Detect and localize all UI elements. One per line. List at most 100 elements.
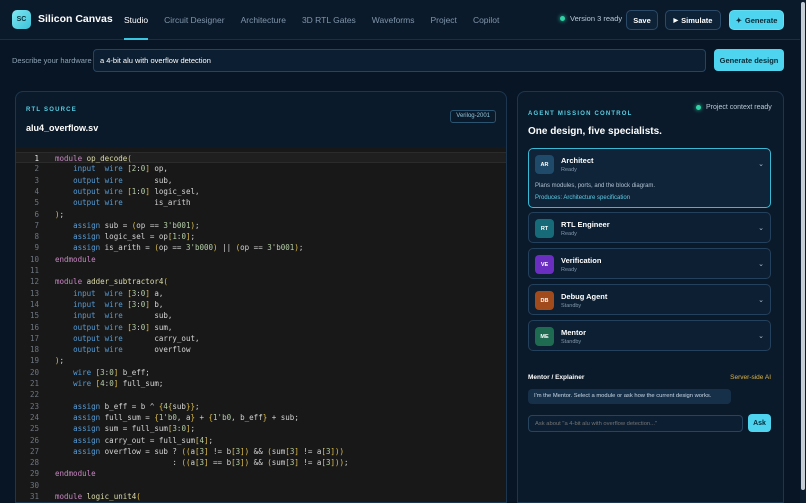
- agent-name: Debug Agent: [561, 292, 608, 301]
- agent-description: Plans modules, ports, and the block diag…: [535, 183, 656, 189]
- agent-avatar: VE: [535, 255, 554, 274]
- agent-card-rtl-engineer[interactable]: RT RTL Engineer Ready ⌄: [528, 212, 771, 243]
- code-line[interactable]: 16 output wire [3:0] sum,: [16, 322, 506, 333]
- version-status-label: Version 3 ready: [570, 14, 623, 23]
- code-line[interactable]: 14 input wire [3:0] b,: [16, 299, 506, 310]
- agent-avatar: ME: [535, 327, 554, 346]
- main-nav: Studio Circuit Designer Architecture 3D …: [124, 0, 515, 40]
- ask-button[interactable]: Ask: [748, 414, 771, 432]
- code-text: assign is_arith = (op == 3'b000) || (op …: [73, 243, 304, 253]
- chevron-down-icon[interactable]: ⌄: [758, 224, 764, 232]
- line-number: 20: [29, 367, 39, 377]
- mission-kicker: AGENT MISSION CONTROL: [528, 111, 633, 117]
- agent-avatar: AR: [535, 155, 554, 174]
- line-number: 7: [34, 220, 39, 230]
- code-text: module logic_unit4(: [55, 492, 141, 501]
- page-scrollbar-thumb[interactable]: [801, 2, 805, 490]
- code-line[interactable]: 18 output wire overflow: [16, 344, 506, 355]
- code-text: input wire [3:0] a,: [73, 288, 164, 298]
- describe-label: Describe your hardware: [12, 56, 92, 65]
- code-line[interactable]: 7 assign sub = (op == 3'b001);: [16, 220, 506, 231]
- code-line[interactable]: 12 module adder_subtractor4(: [16, 276, 506, 287]
- code-text: );: [55, 356, 65, 366]
- code-line[interactable]: 19);: [16, 355, 506, 366]
- mentor-question-input[interactable]: [528, 415, 743, 432]
- tab-studio[interactable]: Studio: [124, 0, 149, 40]
- code-line[interactable]: 15 input wire sub,: [16, 310, 506, 321]
- status-dot-icon: [560, 16, 565, 21]
- brand-name: Silicon Canvas: [38, 13, 113, 25]
- agent-produces: Produces: Architecture specification: [535, 195, 631, 201]
- code-line[interactable]: 9 assign is_arith = (op == 3'b000) || (o…: [16, 242, 506, 253]
- code-text: assign b_eff = b ^ {4{sub}};: [73, 401, 200, 411]
- code-text: assign logic_sel = op[1:0];: [73, 232, 195, 242]
- code-line[interactable]: 28 : ((a[3] == b[3]) && (sum[3] != a[3])…: [16, 457, 506, 468]
- line-number: 24: [29, 412, 39, 422]
- line-number: 30: [29, 480, 39, 490]
- agent-card-verification[interactable]: VE Verification Ready ⌄: [528, 248, 771, 279]
- chevron-down-icon[interactable]: ⌄: [758, 160, 764, 168]
- mentor-message: I'm the Mentor. Select a module or ask h…: [528, 389, 731, 404]
- code-text: module adder_subtractor4(: [55, 277, 168, 287]
- tab-project[interactable]: Project: [430, 0, 456, 40]
- code-line[interactable]: 5 output wire is_arith: [16, 197, 506, 208]
- code-line[interactable]: 3 output wire sub,: [16, 175, 506, 186]
- agent-status: Standby: [561, 339, 582, 345]
- chevron-down-icon[interactable]: ⌄: [758, 332, 764, 340]
- save-button[interactable]: Save: [626, 10, 658, 30]
- simulate-button[interactable]: ▶ Simulate: [665, 10, 721, 30]
- code-line[interactable]: 24 assign full_sum = {1'b0, a} + {1'b0, …: [16, 412, 506, 423]
- code-line[interactable]: 10 endmodule: [16, 254, 506, 265]
- code-line[interactable]: 23 assign b_eff = b ^ {4{sub}};: [16, 401, 506, 412]
- code-line[interactable]: 11: [16, 265, 506, 276]
- code-line[interactable]: 2 input wire [2:0] op,: [16, 163, 506, 174]
- code-text: assign sum = full_sum[3:0];: [73, 424, 195, 434]
- line-number: 5: [34, 198, 39, 208]
- code-line[interactable]: 27 assign overflow = sub ? ((a[3] != b[3…: [16, 446, 506, 457]
- code-line[interactable]: 4 output wire [1:0] logic_sel,: [16, 186, 506, 197]
- describe-input[interactable]: [93, 49, 706, 72]
- chevron-down-icon[interactable]: ⌄: [758, 260, 764, 268]
- line-number: 6: [34, 209, 39, 219]
- code-line[interactable]: 21 wire [4:0] full_sum;: [16, 378, 506, 389]
- agent-card-debug-agent[interactable]: DB Debug Agent Standby ⌄: [528, 284, 771, 315]
- code-text: assign sub = (op == 3'b001);: [73, 220, 200, 230]
- agent-card-mentor[interactable]: ME Mentor Standby ⌄: [528, 320, 771, 351]
- code-text: assign full_sum = {1'b0, a} + {1'b0, b_e…: [73, 412, 299, 422]
- code-line[interactable]: 26 assign carry_out = full_sum[4];: [16, 435, 506, 446]
- generate-design-button[interactable]: Generate design: [714, 49, 784, 71]
- code-line[interactable]: 6);: [16, 209, 506, 220]
- code-line[interactable]: 8 assign logic_sel = op[1:0];: [16, 231, 506, 242]
- code-line[interactable]: 22: [16, 389, 506, 400]
- tab-architecture[interactable]: Architecture: [241, 0, 286, 40]
- code-line[interactable]: 25 assign sum = full_sum[3:0];: [16, 423, 506, 434]
- code-line[interactable]: 13 input wire [3:0] a,: [16, 288, 506, 299]
- code-editor[interactable]: 1 module op_decode(2 input wire [2:0] op,…: [16, 147, 506, 502]
- code-line[interactable]: 29 endmodule: [16, 468, 506, 479]
- code-line[interactable]: 30: [16, 480, 506, 491]
- line-number: 3: [34, 175, 39, 185]
- line-number: 22: [29, 390, 39, 400]
- chevron-down-icon[interactable]: ⌄: [758, 296, 764, 304]
- tab-circuit-designer[interactable]: Circuit Designer: [164, 0, 224, 40]
- line-number: 8: [34, 232, 39, 242]
- line-number: 27: [29, 446, 39, 456]
- code-line[interactable]: 20 wire [3:0] b_eff;: [16, 367, 506, 378]
- line-number: 12: [29, 277, 39, 287]
- tab-waveforms[interactable]: Waveforms: [372, 0, 415, 40]
- tab-copilot[interactable]: Copilot: [473, 0, 499, 40]
- tab-3d-rtl-gates[interactable]: 3D RTL Gates: [302, 0, 356, 40]
- line-number: 31: [29, 492, 39, 501]
- code-line[interactable]: 1 module op_decode(: [16, 152, 506, 164]
- generate-button[interactable]: ✦ Generate: [729, 10, 784, 30]
- version-status: Version 3 ready: [560, 14, 622, 23]
- code-line[interactable]: 17 output wire carry_out,: [16, 333, 506, 344]
- code-text: endmodule: [55, 469, 96, 479]
- generate-button-label: Generate: [744, 15, 778, 25]
- agent-card-architect[interactable]: AR Architect Ready ⌄ Plans modules, port…: [528, 148, 771, 208]
- server-side-badge: Server-side AI: [730, 374, 771, 381]
- code-line[interactable]: 31 module logic_unit4(: [16, 491, 506, 502]
- language-badge: Verilog-2001: [450, 110, 496, 123]
- save-button-label: Save: [633, 15, 651, 25]
- simulate-button-label: Simulate: [681, 15, 713, 25]
